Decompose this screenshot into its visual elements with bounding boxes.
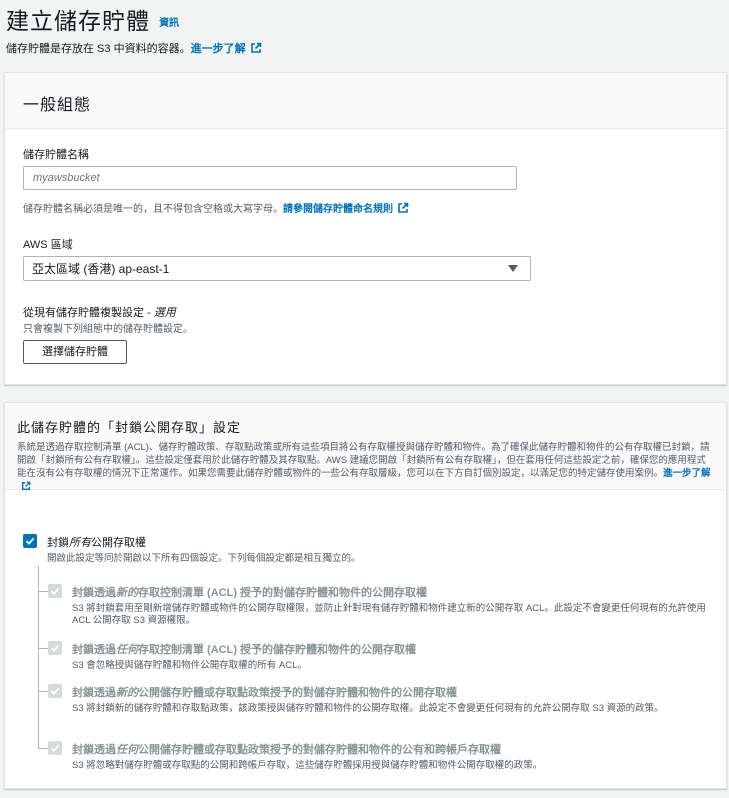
checkmark-icon [50, 744, 60, 752]
block-option-2[interactable]: 封鎖透過任何存取控制清單 (ACL) 授予的儲存貯體和物件的公開存取權 S3 會… [48, 641, 708, 672]
block-option-2-title: 封鎖透過任何存取控制清單 (ACL) 授予的儲存貯體和物件的公開存取權 [72, 641, 416, 657]
block-all-title: 封鎖所有公開存取權 [47, 534, 361, 550]
option-title-em: 任何 [116, 744, 138, 756]
block-all-checkbox[interactable] [23, 534, 37, 548]
copy-settings-label: 從現有儲存貯體複製設定 - 選用 [23, 304, 176, 320]
tree-tick [38, 748, 48, 749]
block-option-2-desc: S3 會忽略授與儲存貯體和物件公開存取權的所有 ACL。 [72, 660, 307, 671]
copy-settings-text: 從現有儲存貯體複製設定 - [23, 307, 154, 319]
general-config-panel: 一般組態 儲存貯體名稱 儲存貯體名稱必須是唯一的，且不得包含空格或大寫字母。請參… [4, 72, 727, 385]
option-title-em: 新的 [116, 587, 138, 599]
block-option-4-title: 封鎖透過任何公開儲存貯體或存取點政策授予的對儲存貯體和物件的公有和跨帳戶存取權 [72, 741, 542, 757]
block-public-access-heading: 此儲存貯體的「封鎖公開存取」設定 [17, 420, 242, 435]
bucket-name-hint-text: 儲存貯體名稱必須是唯一的，且不得包含空格或大寫字母。 [23, 204, 283, 215]
option-title-post: 公開儲存貯體或存取點政策授予的對儲存貯體和物件的公開存取權 [138, 687, 457, 699]
checkmark-icon [50, 644, 60, 652]
tree-connector [38, 566, 39, 748]
block-option-3-title: 封鎖透過新的公開儲存貯體或存取點政策授予的對儲存貯體和物件的公開存取權 [72, 684, 664, 700]
block-learn-more-link[interactable]: 進一步了解 [663, 468, 711, 479]
block-all-title-a: 封鎖 [47, 537, 69, 549]
checkmark-icon [25, 537, 35, 545]
block-option-3-checkbox[interactable] [48, 684, 62, 698]
block-option-1-title: 封鎖透過新的存取控制清單 (ACL) 授予的對儲存貯體和物件的公開存取權 [72, 584, 708, 600]
block-all-option[interactable]: 封鎖所有公開存取權 開啟此設定等同於開啟以下所有四個設定。下列每個設定都是相互獨… [23, 534, 361, 565]
bucket-name-hint: 儲存貯體名稱必須是唯一的，且不得包含空格或大寫字母。請參閱儲存貯體命名規則 [23, 200, 409, 215]
bucket-name-label: 儲存貯體名稱 [23, 149, 89, 161]
option-title-em: 新的 [116, 687, 138, 699]
block-option-1[interactable]: 封鎖透過新的存取控制清單 (ACL) 授予的對儲存貯體和物件的公開存取權 S3 … [48, 584, 708, 627]
general-config-header: 一般組態 [5, 73, 726, 129]
option-title-post: 存取控制清單 (ACL) 授予的對儲存貯體和物件的公開存取權 [138, 587, 428, 599]
external-link-icon[interactable] [250, 42, 262, 54]
copy-settings-hint: 只會複製下列組態中的儲存貯體設定。 [23, 324, 193, 335]
block-option-4[interactable]: 封鎖透過任何公開儲存貯體或存取點政策授予的對儲存貯體和物件的公有和跨帳戶存取權 … [48, 741, 708, 772]
external-link-icon[interactable] [397, 202, 409, 214]
block-all-title-em: 所有 [69, 537, 91, 549]
block-all-title-c: 公開存取權 [91, 537, 146, 549]
region-select[interactable]: 亞太區域 (香港) ap-east-1 [23, 256, 531, 281]
page-header: 建立儲存貯體 資訊 儲存貯體是存放在 S3 中資料的容器。進一步了解 [6, 2, 723, 56]
page-title: 建立儲存貯體 [6, 8, 150, 34]
option-title-pre: 封鎖透過 [72, 644, 116, 656]
region-select-value: 亞太區域 (香港) ap-east-1 [32, 262, 170, 276]
option-title-pre: 封鎖透過 [72, 687, 116, 699]
option-title-em: 任何 [116, 644, 138, 656]
block-public-access-panel: 此儲存貯體的「封鎖公開存取」設定 系統是透過存取控制清單 (ACL)、儲存貯體政… [4, 402, 727, 789]
info-link[interactable]: 資訊 [159, 18, 179, 29]
tree-tick [38, 591, 48, 592]
tree-tick [38, 691, 48, 692]
page-subtitle: 儲存貯體是存放在 S3 中資料的容器。進一步了解 [6, 40, 723, 56]
option-title-post: 公開儲存貯體或存取點政策授予的對儲存貯體和物件的公有和跨帳戶存取權 [138, 744, 501, 756]
block-option-1-desc: S3 將封鎖套用至剛新增儲存貯體或物件的公開存取權限，並防止針對現有儲存貯體和物… [72, 603, 706, 626]
option-title-post: 存取控制清單 (ACL) 授予的儲存貯體和物件的公開存取權 [138, 644, 417, 656]
region-label: AWS 區域 [23, 239, 73, 251]
block-option-3[interactable]: 封鎖透過新的公開儲存貯體或存取點政策授予的對儲存貯體和物件的公開存取權 S3 將… [48, 684, 708, 715]
option-title-pre: 封鎖透過 [72, 587, 116, 599]
external-link-icon[interactable] [21, 481, 31, 491]
tree-tick [38, 648, 48, 649]
general-config-heading: 一般組態 [23, 97, 92, 114]
block-public-access-header: 此儲存貯體的「封鎖公開存取」設定 系統是透過存取控制清單 (ACL)、儲存貯體政… [5, 403, 726, 490]
option-title-pre: 封鎖透過 [72, 744, 116, 756]
block-option-2-checkbox[interactable] [48, 641, 62, 655]
optional-tag: 選用 [153, 307, 176, 319]
naming-rules-link[interactable]: 請參閱儲存貯體命名規則 [283, 204, 393, 215]
checkmark-icon [50, 587, 60, 595]
block-option-3-desc: S3 將封鎖新的儲存貯體和存取點政策，該政策授與儲存貯體和物件的公開存取權。此設… [72, 703, 664, 714]
block-all-desc: 開啟此設定等同於開啟以下所有四個設定。下列每個設定都是相互獨立的。 [47, 553, 361, 564]
block-option-4-checkbox[interactable] [48, 741, 62, 755]
caret-down-icon [508, 265, 518, 272]
choose-bucket-button[interactable]: 選擇儲存貯體 [23, 340, 127, 364]
block-option-1-checkbox[interactable] [48, 584, 62, 598]
subtitle-text: 儲存貯體是存放在 S3 中資料的容器。 [6, 43, 191, 55]
checkmark-icon [50, 687, 60, 695]
block-public-access-desc: 系統是透過存取控制清單 (ACL)、儲存貯體政策、存取點政策或所有這些項目將公有… [17, 441, 714, 493]
block-option-4-desc: S3 將忽略對儲存貯體或存取點的公開和跨帳戶存取，這些儲存貯體採用授與儲存貯體和… [72, 760, 543, 771]
bucket-name-input[interactable] [23, 166, 517, 190]
block-desc-text: 系統是透過存取控制清單 (ACL)、儲存貯體政策、存取點政策或所有這些項目將公有… [17, 442, 710, 479]
learn-more-link[interactable]: 進一步了解 [191, 43, 246, 55]
